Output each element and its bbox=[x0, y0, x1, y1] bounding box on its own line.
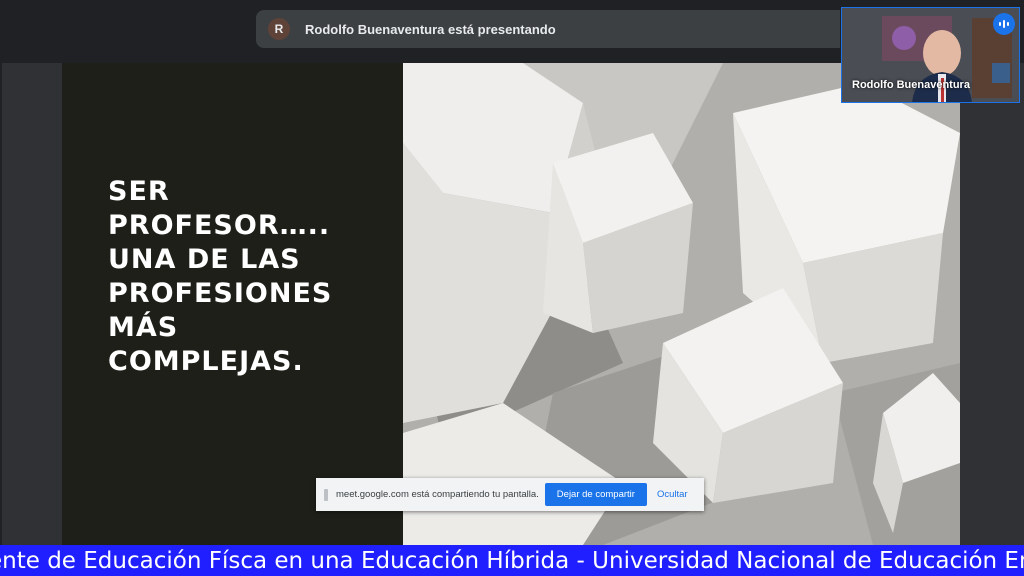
hide-button[interactable]: Ocultar bbox=[657, 489, 688, 500]
presenter-banner: R Rodolfo Buenaventura está presentando bbox=[256, 10, 840, 48]
avatar: R bbox=[268, 18, 290, 40]
slide-cubes-image bbox=[403, 63, 960, 545]
screen-share-notification: meet.google.com está compartiendo tu pan… bbox=[316, 478, 704, 511]
slide-dark-panel: SER PROFESOR….. UNA DE LAS PROFESIONES M… bbox=[62, 63, 403, 545]
ticker-text: ente de Educación Físca en una Educación… bbox=[0, 548, 1024, 574]
cubes-artwork bbox=[403, 63, 960, 545]
presenter-status-text: Rodolfo Buenaventura está presentando bbox=[305, 21, 556, 37]
ticker-banner: ente de Educación Físca en una Educación… bbox=[0, 545, 1024, 576]
self-view-tile[interactable]: Rodolfo Buenaventura bbox=[841, 7, 1020, 103]
share-notification-text: meet.google.com está compartiendo tu pan… bbox=[336, 489, 539, 500]
shared-slide: SER PROFESOR….. UNA DE LAS PROFESIONES M… bbox=[62, 63, 960, 545]
participant-name: Rodolfo Buenaventura bbox=[852, 79, 970, 91]
stop-sharing-button[interactable]: Dejar de compartir bbox=[544, 483, 647, 506]
audio-level-icon bbox=[993, 13, 1015, 35]
drag-handle-icon[interactable] bbox=[324, 488, 328, 501]
slide-title: SER PROFESOR….. UNA DE LAS PROFESIONES M… bbox=[108, 176, 333, 377]
